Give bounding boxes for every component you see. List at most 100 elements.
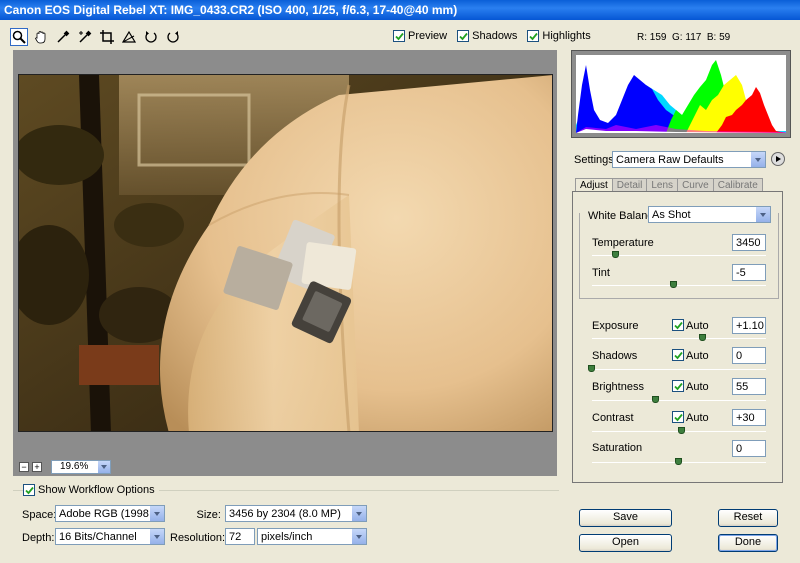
contrast-auto-label: Auto [686,412,709,424]
temperature-input[interactable]: 3450 [732,234,766,251]
exposure-auto-label: Auto [686,320,709,332]
contrast-input[interactable]: +30 [732,409,766,426]
b-value: 59 [719,32,731,43]
shadows-label: Shadows [472,30,518,42]
size-select[interactable]: 3456 by 2304 (8.0 MP) [225,505,367,522]
g-value: 117 [685,32,702,43]
saturation-slider-thumb[interactable] [675,458,682,465]
done-button[interactable]: Done [718,534,778,552]
white-balance-select[interactable]: As Shot [648,206,771,223]
save-button[interactable]: Save [579,509,672,527]
exposure-auto-checkbox[interactable] [672,319,684,331]
tab-lens[interactable]: Lens [646,178,679,192]
open-button[interactable]: Open [579,534,672,552]
size-value: 3456 by 2304 (8.0 MP) [229,508,341,520]
checkbox-checked-icon[interactable] [527,30,540,42]
rgb-readout: R: 159 G: 117 B: 59 [637,32,730,43]
size-label: Size: [196,509,221,521]
white-balance-value: As Shot [652,209,691,221]
saturation-input[interactable]: 0 [732,440,766,457]
shadows-slider-thumb[interactable] [588,365,595,372]
shadows-auto-checkbox[interactable] [672,349,684,361]
saturation-label: Saturation [592,442,643,454]
settings-label: Settings: [574,154,617,166]
preview-toggle[interactable]: Preview [393,30,447,42]
shadows-slider[interactable] [592,369,766,370]
shadows-input[interactable]: 0 [732,347,766,364]
contrast-label: Contrast [592,412,634,424]
white-balance-group [579,213,779,299]
settings-value: Camera Raw Defaults [616,154,724,166]
brightness-auto-checkbox[interactable] [672,380,684,392]
reset-button[interactable]: Reset [718,509,778,527]
b-label: B: [706,32,717,43]
adjust-tabs: Adjust Detail Lens Curve Calibrate [575,178,763,192]
depth-value: 16 Bits/Channel [59,531,137,543]
chevron-down-icon[interactable] [750,152,765,167]
settings-select[interactable]: Camera Raw Defaults [612,151,766,168]
tab-calibrate[interactable]: Calibrate [712,178,763,192]
view-options: Preview Shadows Highlights [393,30,591,42]
space-select[interactable]: Adobe RGB (1998) [55,505,165,522]
zoom-level-select[interactable]: 19.6% [51,460,111,474]
contrast-auto-checkbox[interactable] [672,411,684,423]
highlights-toggle[interactable]: Highlights [527,30,591,42]
zoom-bar: − + 19.6% [13,458,557,476]
highlights-label: Highlights [542,30,591,42]
histogram-plot [576,55,786,133]
histogram-graph [576,60,786,133]
tint-slider[interactable] [592,285,766,286]
chevron-down-icon[interactable] [351,529,366,544]
eyedropper-icon[interactable] [54,28,72,46]
brightness-input[interactable]: 55 [732,378,766,395]
show-workflow-toggle[interactable]: Show Workflow Options [23,484,159,496]
tab-curve[interactable]: Curve [677,178,714,192]
toolbar [10,27,182,47]
window-title: Canon EOS Digital Rebel XT: IMG_0433.CR2… [0,0,800,20]
checkbox-checked-icon[interactable] [23,484,35,496]
resolution-input[interactable]: 72 [225,528,255,545]
crop-icon[interactable] [98,28,116,46]
resolution-label: Resolution: [170,532,226,544]
color-sampler-icon[interactable] [76,28,94,46]
exposure-input[interactable]: +1.10 [732,317,766,334]
photo-illustration [19,75,552,431]
exposure-slider[interactable] [592,338,766,339]
zoom-level-value: 19.6% [60,461,89,472]
brightness-auto-label: Auto [686,381,709,393]
preview-label: Preview [408,30,448,42]
resolution-unit-select[interactable]: pixels/inch [257,528,367,545]
temperature-label: Temperature [592,237,654,249]
chevron-down-icon[interactable] [149,506,164,521]
tint-input[interactable]: -5 [732,264,766,281]
brightness-slider[interactable] [592,400,766,401]
chevron-down-icon[interactable] [351,506,366,521]
zoom-in-button[interactable]: + [32,462,42,472]
preview-image[interactable] [18,74,553,432]
zoom-out-button[interactable]: − [19,462,29,472]
tab-adjust[interactable]: Adjust [575,178,613,192]
checkbox-checked-icon[interactable] [393,30,405,42]
hand-icon[interactable] [32,28,50,46]
rotate-right-icon[interactable] [164,28,182,46]
tab-detail[interactable]: Detail [611,178,648,192]
show-workflow-label: Show Workflow Options [38,484,155,496]
rotate-left-icon[interactable] [142,28,160,46]
exposure-label: Exposure [592,320,639,332]
r-value: 159 [649,32,667,43]
chevron-down-icon[interactable] [149,529,164,544]
checkbox-checked-icon[interactable] [457,30,470,42]
chevron-down-icon[interactable] [755,207,770,222]
workflow-options: Show Workflow Options [13,484,559,556]
tint-slider-thumb[interactable] [669,281,677,288]
straighten-icon[interactable] [120,28,138,46]
shadows-auto-label: Auto [686,350,709,362]
settings-menu-button[interactable] [771,152,785,166]
chevron-down-icon[interactable] [97,461,110,473]
r-label: R: [637,32,647,43]
shadows-toggle[interactable]: Shadows [457,30,517,42]
resolution-unit-value: pixels/inch [261,531,313,543]
zoom-icon[interactable] [10,28,28,46]
depth-select[interactable]: 16 Bits/Channel [55,528,165,545]
space-value: Adobe RGB (1998) [59,508,153,520]
